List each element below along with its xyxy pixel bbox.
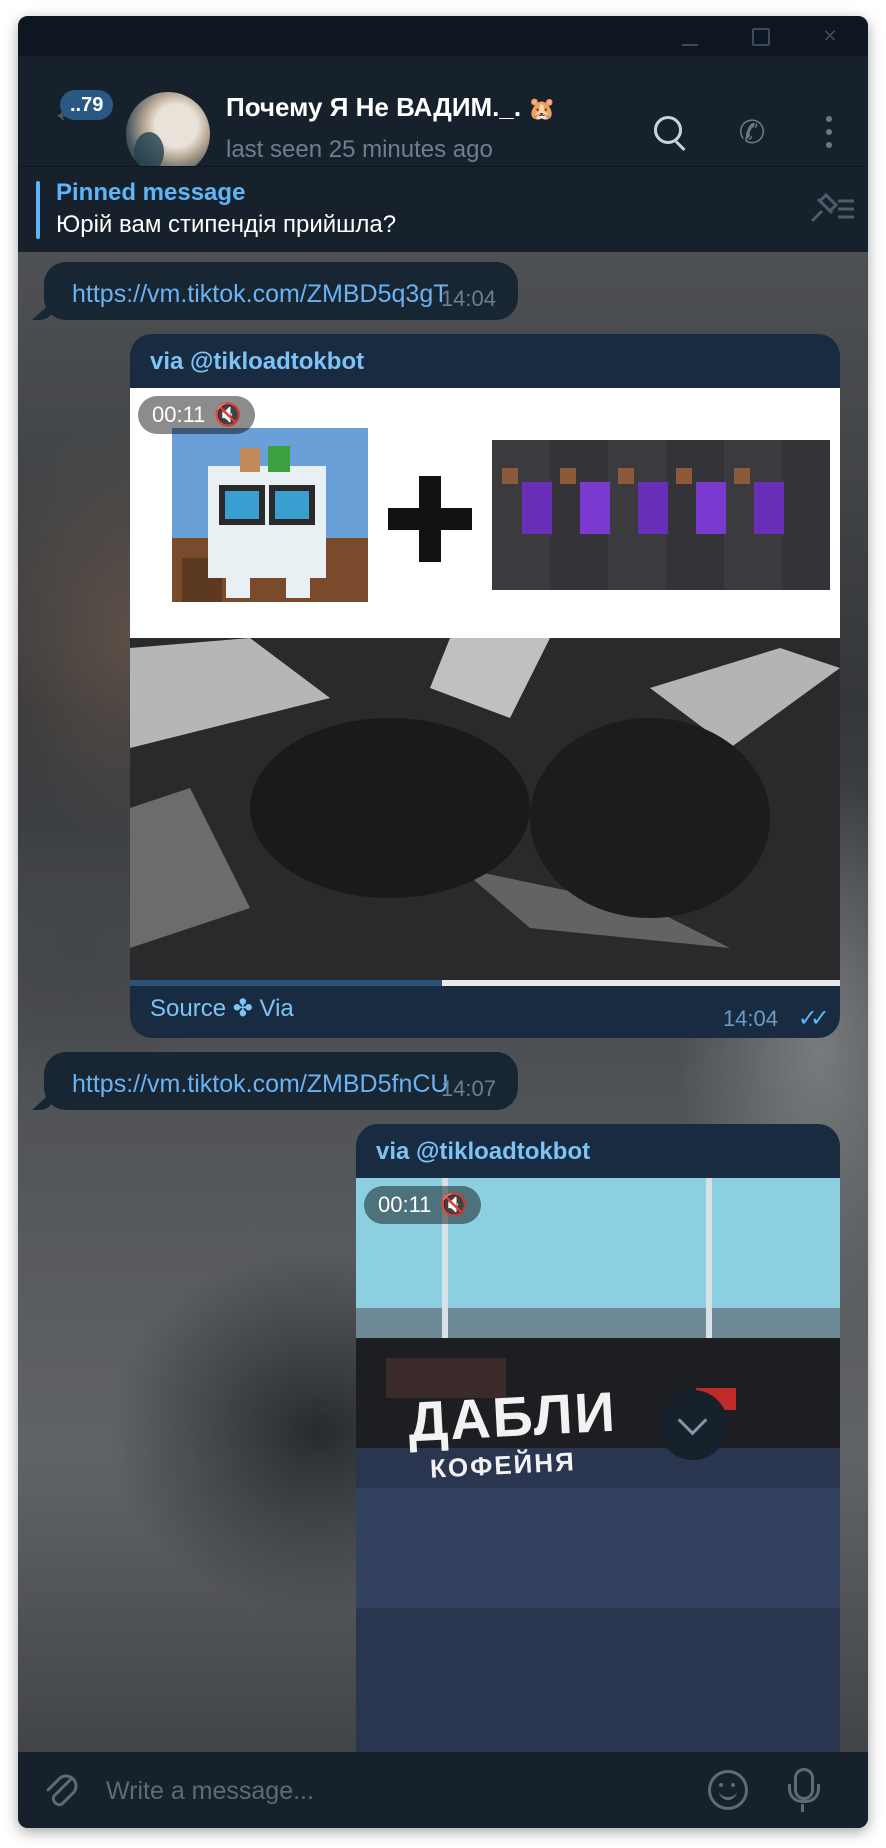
video-duration-pill[interactable]: 00:11 🔇 <box>138 396 256 434</box>
pinned-indicator <box>36 181 40 239</box>
paperclip-icon[interactable] <box>42 1768 82 1812</box>
search-icon[interactable] <box>650 112 690 152</box>
message-link[interactable]: https://vm.tiktok.com/ZMBD5fnCU <box>72 1070 448 1099</box>
mute-icon[interactable]: 🔇 <box>214 396 241 434</box>
message-time: 14:04 <box>722 1006 778 1031</box>
message-outgoing-video[interactable]: via @tikloadtokbot ДАБЛИ КОФЕЙНЯ 00:11 🔇 <box>356 1124 840 1752</box>
message-composer <box>18 1752 868 1828</box>
video-progress-bar[interactable] <box>130 980 840 986</box>
telegram-window: ✕ ← ..79 Почему Я Не ВАДИМ._. 🐹 last see… <box>18 16 868 1828</box>
chat-header: ← ..79 Почему Я Не ВАДИМ._. 🐹 last seen … <box>18 56 868 176</box>
message-footer-links[interactable]: Source ✤ Via <box>150 994 294 1023</box>
video-duration-pill[interactable]: 00:11 🔇 <box>364 1186 482 1224</box>
unread-badge: ..79 <box>60 90 114 120</box>
title-bar: ✕ <box>18 16 868 56</box>
message-input[interactable] <box>104 1766 588 1816</box>
video-thumbnail[interactable]: 00:11 🔇 <box>130 388 840 984</box>
pinned-list-icon[interactable] <box>808 191 858 227</box>
video-progress-fill <box>130 980 443 986</box>
chat-title-text: Почему Я Не ВАДИМ._. <box>226 92 522 122</box>
video-duration: 00:11 <box>152 402 206 427</box>
chat-status: last seen 25 minutes ago <box>226 136 493 163</box>
microphone-icon[interactable] <box>782 1766 822 1814</box>
hamster-emoji-icon: 🐹 <box>528 96 556 121</box>
pinned-text: Юрій вам стипендія прийшла? <box>56 211 397 238</box>
chat-area[interactable]: https://vm.tiktok.com/ZMBD5q3gT 14:04 vi… <box>18 252 868 1752</box>
avatar[interactable] <box>126 92 210 176</box>
video-frame <box>356 1178 840 1752</box>
maximize-button[interactable] <box>740 22 780 50</box>
video-thumbnail[interactable]: ДАБЛИ КОФЕЙНЯ 00:11 🔇 <box>356 1178 840 1752</box>
via-bot-label[interactable]: via @tikloadtokbot <box>376 1138 590 1166</box>
message-time: 14:07 <box>440 1076 496 1101</box>
pinned-title: Pinned message <box>56 179 246 206</box>
double-check-icon: ✓✓ <box>797 1005 830 1032</box>
more-icon[interactable] <box>810 112 850 152</box>
scroll-down-button[interactable] <box>658 1390 728 1460</box>
message-incoming[interactable]: https://vm.tiktok.com/ZMBD5q3gT 14:04 <box>44 262 518 320</box>
pinned-message-bar[interactable]: Pinned message Юрій вам стипендія прийшл… <box>18 166 868 253</box>
shop-sign: ДАБЛИ <box>406 1379 619 1454</box>
message-incoming[interactable]: https://vm.tiktok.com/ZMBD5fnCU 14:07 <box>44 1052 518 1110</box>
video-duration: 00:11 <box>378 1192 432 1217</box>
minimize-button[interactable] <box>670 22 710 50</box>
close-button[interactable]: ✕ <box>810 22 850 50</box>
video-frame <box>130 388 840 984</box>
message-link[interactable]: https://vm.tiktok.com/ZMBD5q3gT <box>72 280 449 309</box>
via-bot-label[interactable]: via @tikloadtokbot <box>150 348 364 376</box>
chat-title[interactable]: Почему Я Не ВАДИМ._. 🐹 <box>226 92 556 123</box>
phone-icon[interactable]: ✆ <box>732 112 772 152</box>
message-outgoing-video[interactable]: via @tikloadtokbot 00:11 🔇 Source ✤ Via … <box>130 334 840 1038</box>
mute-icon[interactable]: 🔇 <box>440 1186 467 1224</box>
emoji-icon[interactable] <box>708 1770 748 1810</box>
message-time: 14:04 <box>440 286 496 311</box>
